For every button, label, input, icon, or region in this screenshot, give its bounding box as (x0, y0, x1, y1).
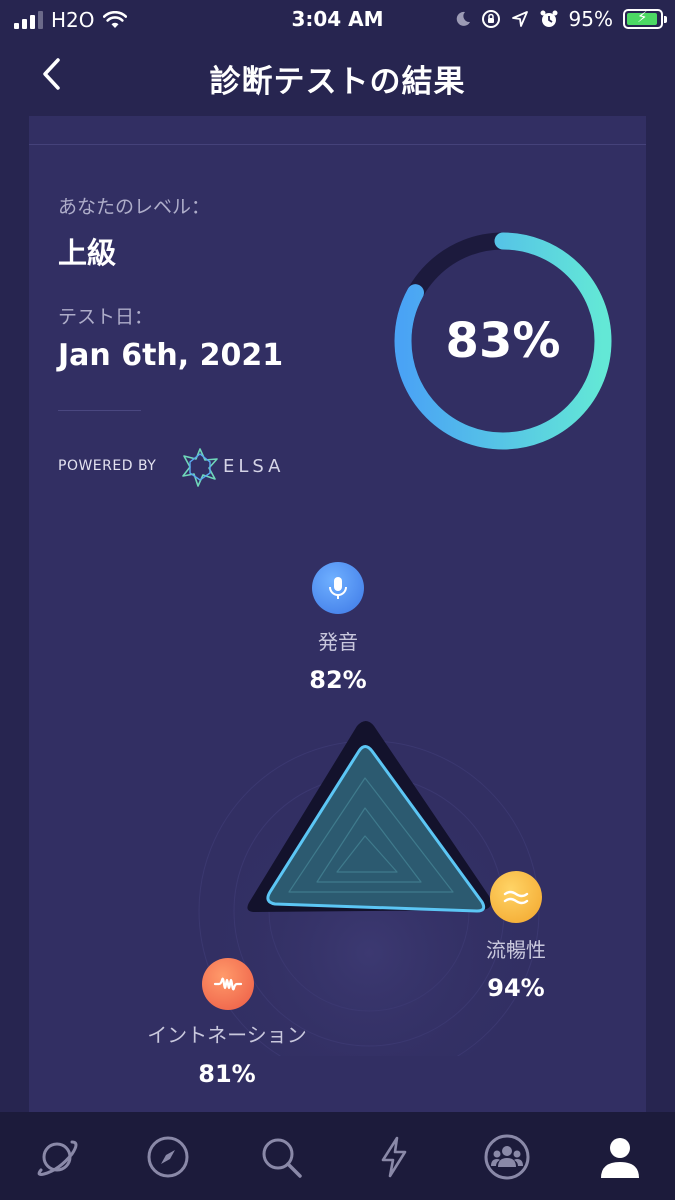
alarm-icon (540, 10, 558, 27)
powered-by-label: POWERED BY (58, 458, 157, 474)
elsa-brand-text: ELSA (223, 456, 285, 477)
planet-icon (37, 1140, 78, 1176)
status-right: 95% ⚡ (455, 7, 667, 31)
app-screen: H2O 3:04 AM 95% ⚡ 診断テストの結果 あなたのレベル： 上級 テ… (0, 0, 675, 1200)
profile-icon (601, 1138, 639, 1178)
intonation-label: イントネーション (147, 1023, 307, 1047)
status-bar: H2O 3:04 AM 95% ⚡ (0, 0, 675, 40)
bottom-nav (0, 1112, 675, 1200)
microphone-icon (329, 577, 347, 599)
card-top-divider (29, 144, 646, 145)
page-title: 診断テストの結果 (209, 64, 466, 100)
overall-score-value: 83% (445, 313, 561, 369)
level-value: 上級 (58, 236, 117, 270)
nav-community[interactable] (482, 1132, 532, 1182)
result-card: あなたのレベル： 上級 テスト日： Jan 6th, 2021 POWERED … (29, 116, 646, 1112)
nav-explore[interactable] (32, 1132, 82, 1182)
elsa-logo-icon (182, 448, 218, 487)
nav-practice[interactable] (369, 1132, 419, 1182)
pronunciation-icon-badge (312, 562, 364, 614)
fluency-label: 流暢性 (486, 938, 546, 962)
charging-bolt-icon: ⚡ (637, 8, 648, 26)
pronunciation-label: 発音 (318, 630, 358, 654)
test-date-caption: テスト日： (58, 306, 154, 328)
nav-profile[interactable] (595, 1132, 645, 1182)
lightning-icon (381, 1136, 407, 1178)
battery-percent: 95% (568, 7, 613, 31)
search-icon (262, 1138, 302, 1178)
pronunciation-score: 82% (309, 666, 367, 694)
soundwave-icon (213, 977, 243, 991)
header: 診断テストの結果 (0, 40, 675, 115)
intonation-score: 81% (198, 1060, 256, 1088)
level-caption: あなたのレベル： (58, 196, 211, 218)
fluency-score: 94% (487, 974, 545, 1002)
test-date-value: Jan 6th, 2021 (58, 338, 284, 373)
location-arrow-icon (511, 11, 528, 27)
rotation-lock-icon (481, 10, 500, 28)
community-icon (484, 1134, 530, 1180)
nav-search[interactable] (256, 1132, 306, 1182)
nav-discover[interactable] (143, 1132, 193, 1182)
wave-equal-icon (503, 890, 529, 905)
moon-icon (456, 11, 470, 26)
battery-icon: ⚡ (623, 8, 667, 29)
compass-icon (147, 1136, 189, 1178)
fluency-icon-badge (490, 871, 542, 923)
intonation-icon-badge (202, 958, 254, 1010)
info-divider (58, 410, 141, 411)
